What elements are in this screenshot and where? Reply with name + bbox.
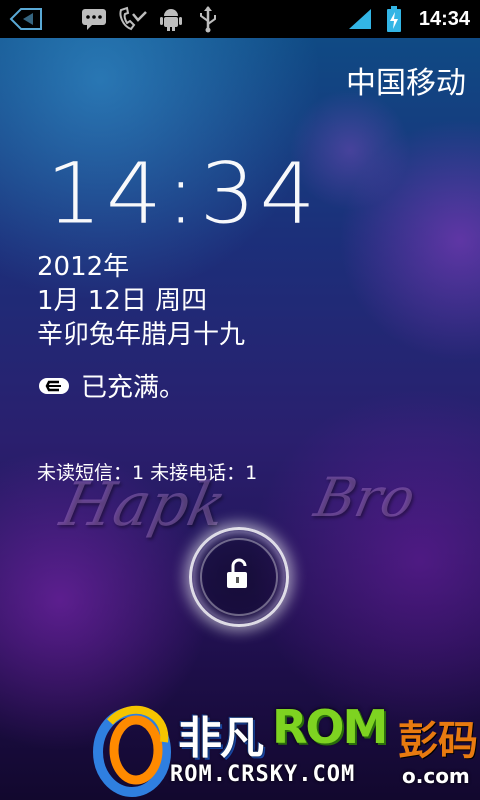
- logo-brand: 非凡: [178, 713, 264, 764]
- android-debug-icon: [158, 0, 184, 38]
- unlock-handle[interactable]: [189, 527, 289, 627]
- unlock-padlock-icon: [224, 558, 254, 596]
- back-arrow-icon[interactable]: [6, 0, 46, 38]
- wallpaper-text-right: Bro: [309, 466, 421, 529]
- wallpaper-text-left: Hapk: [54, 470, 233, 540]
- status-bar: 14:34: [0, 0, 480, 38]
- charging-icon: [37, 374, 71, 396]
- battery-charging-icon: [384, 0, 404, 38]
- missed-call-icon: [116, 0, 150, 38]
- date-block: 2012年 1月 12日 周四 辛卯兔年腊月十九: [37, 250, 245, 352]
- date-day: 1月 12日 周四: [37, 286, 208, 316]
- date-year: 2012年: [37, 252, 130, 282]
- charging-status: 已充满。: [37, 366, 185, 404]
- logo-rom: ROM: [272, 700, 388, 754]
- status-time: 14:34: [418, 8, 470, 30]
- logo-suffix: 彭码: [398, 718, 478, 764]
- carrier-label: 中国移动: [346, 66, 466, 101]
- unlock-inner-ring: [200, 538, 278, 616]
- sms-icon: [80, 0, 108, 38]
- charging-text: 已充满。: [81, 372, 186, 403]
- logo-swirl-icon: [93, 705, 171, 797]
- site-watermark-logo: 非凡 ROM 彭码 ROM.CRSKY.COM o.com: [92, 696, 480, 800]
- logo-url-suffix: o.com: [402, 764, 470, 788]
- lockscreen-clock: 14:34: [46, 144, 320, 243]
- date-lunar: 辛卯兔年腊月十九: [37, 320, 246, 350]
- signal-icon: [346, 0, 374, 38]
- logo-url: ROM.CRSKY.COM: [170, 762, 356, 787]
- usb-icon: [196, 0, 220, 38]
